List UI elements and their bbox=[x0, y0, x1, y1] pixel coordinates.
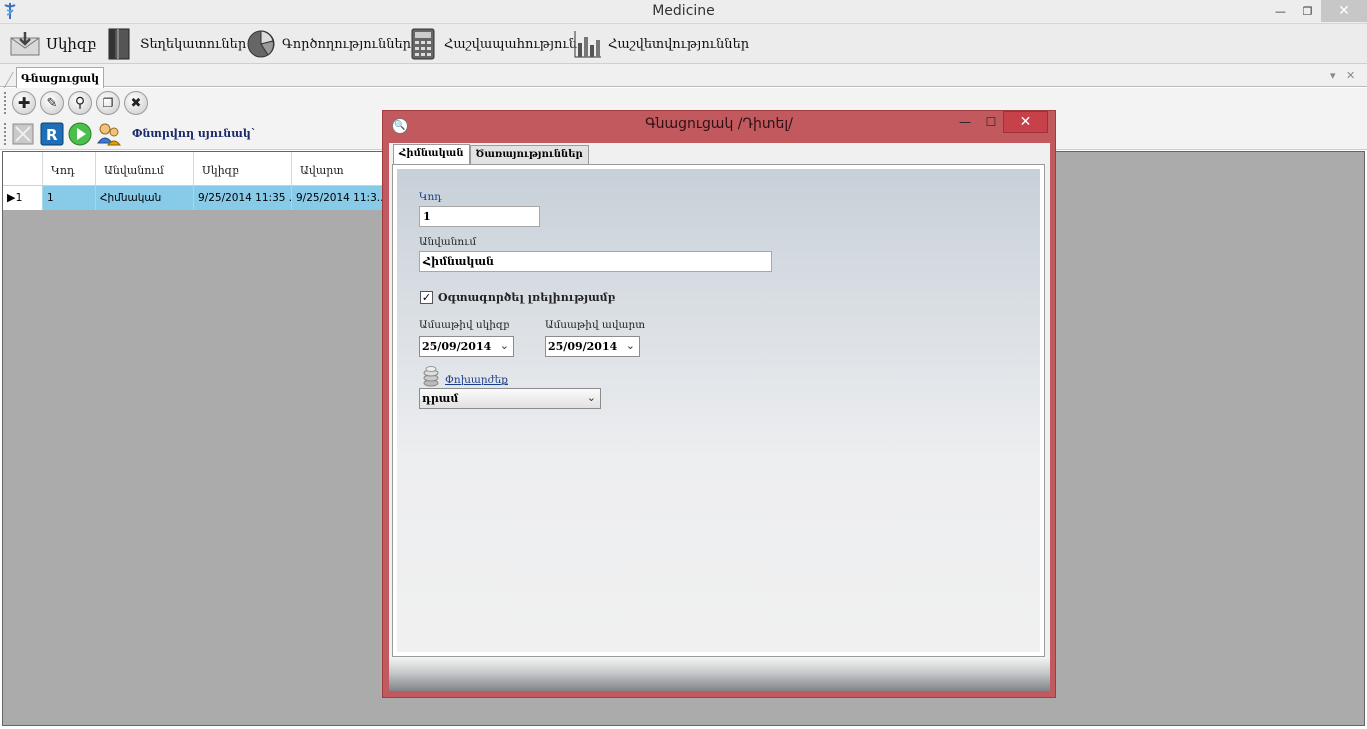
pie-chart-icon bbox=[246, 29, 276, 59]
start-date-picker[interactable]: 25/09/2014 ⌄ bbox=[419, 336, 514, 357]
tab-price-list[interactable]: Գնացուցակ bbox=[16, 67, 104, 88]
chevron-down-icon: ⌄ bbox=[625, 339, 635, 352]
cell-name[interactable]: Հիմնական bbox=[96, 186, 194, 210]
cell-end[interactable]: 9/25/2014 11:3... bbox=[292, 186, 388, 210]
chevron-down-icon: ⌄ bbox=[499, 339, 509, 352]
row-selector[interactable]: ▶1 bbox=[3, 186, 43, 210]
name-field[interactable]: Հիմնական bbox=[419, 251, 772, 272]
delete-button[interactable]: ✖ bbox=[124, 91, 148, 115]
start-date-label: Ամսաթիվ սկիզբ bbox=[419, 319, 510, 331]
svg-text:R: R bbox=[46, 126, 58, 144]
price-list-dialog: 🔍 Գնացուցակ /Դիտել/ — ☐ ✕ Հիմնական Ծառայ… bbox=[382, 110, 1056, 698]
column-header-code[interactable]: Կոդ bbox=[43, 152, 96, 186]
menu-label: Հաշվապահություն bbox=[444, 36, 578, 52]
coins-icon bbox=[421, 365, 441, 390]
clear-filter-icon[interactable] bbox=[12, 123, 34, 148]
menu-label: Հաշվետվություններ bbox=[608, 36, 750, 52]
end-date-picker[interactable]: 25/09/2014 ⌄ bbox=[545, 336, 640, 357]
table-row[interactable]: ▶1 1 Հիմնական 9/25/2014 11:35 ... 9/25/2… bbox=[3, 186, 388, 210]
column-header-name[interactable]: Անվանում bbox=[96, 152, 194, 186]
close-button[interactable]: ✕ bbox=[1321, 0, 1367, 22]
play-icon[interactable] bbox=[68, 122, 92, 149]
grid-header: Կոդ Անվանում Սկիզբ Ավարտ bbox=[3, 152, 388, 186]
dialog-minimize-button[interactable]: — bbox=[953, 111, 977, 133]
search-button[interactable]: ⚲ bbox=[68, 91, 92, 115]
dialog-close-button[interactable]: ✕ bbox=[1003, 111, 1048, 133]
column-header-start[interactable]: Սկիզբ bbox=[194, 152, 292, 186]
document-tabstrip: Գնացուցակ ▾ ✕ bbox=[0, 64, 1367, 88]
book-icon bbox=[104, 28, 134, 60]
menu-reports[interactable]: Հաշվետվություններ bbox=[572, 28, 749, 60]
code-field[interactable]: 1 bbox=[419, 206, 540, 227]
envelope-down-icon bbox=[10, 29, 40, 59]
tab-services[interactable]: Ծառայություններ bbox=[469, 145, 589, 165]
toolbar-grip bbox=[4, 92, 7, 114]
dialog-maximize-button[interactable]: ☐ bbox=[979, 111, 1003, 133]
bar-chart-icon bbox=[572, 29, 602, 59]
main-menu: Սկիզբ Տեղեկատուներ Գործողություններ Հաշվ… bbox=[0, 24, 1367, 64]
menu-label: Գործողություններ bbox=[282, 36, 412, 52]
default-checkbox-label[interactable]: Օգտագործել լռելիությամբ bbox=[438, 291, 615, 304]
toolbar-grip bbox=[4, 123, 7, 145]
header-selector bbox=[3, 152, 43, 186]
currency-value: դրամ bbox=[422, 392, 459, 405]
dialog-tabs: Հիմնական Ծառայություններ bbox=[393, 144, 589, 166]
menu-start[interactable]: Սկիզբ bbox=[10, 28, 97, 60]
menu-label: Տեղեկատուներ bbox=[140, 36, 247, 52]
tab-main[interactable]: Հիմնական bbox=[393, 144, 470, 166]
chevron-down-icon: ⌄ bbox=[586, 391, 596, 404]
code-label: Կոդ bbox=[419, 191, 442, 203]
restore-button[interactable]: ❐ bbox=[1294, 0, 1321, 22]
tab-dropdown-icon[interactable]: ▾ bbox=[1330, 69, 1336, 82]
add-button[interactable]: ✚ bbox=[12, 91, 36, 115]
start-date-value: 25/09/2014 bbox=[422, 340, 492, 353]
tab-page-main: Կոդ 1 Անվանում Հիմնական ✓ Օգտագործել լռե… bbox=[392, 164, 1045, 657]
menu-label: Սկիզբ bbox=[46, 35, 97, 53]
cell-code[interactable]: 1 bbox=[43, 186, 96, 210]
dialog-client: Հիմնական Ծառայություններ Կոդ 1 Անվանում … bbox=[389, 143, 1050, 691]
dialog-footer bbox=[389, 657, 1050, 691]
end-date-label: Ամսաթիվ ավարտ bbox=[545, 319, 645, 331]
column-header-end[interactable]: Ավարտ bbox=[292, 152, 388, 186]
menu-accounting[interactable]: Հաշվապահություն bbox=[408, 28, 577, 60]
name-label: Անվանում bbox=[419, 236, 477, 248]
tab-close-icon[interactable]: ✕ bbox=[1346, 69, 1355, 82]
edit-button[interactable]: ✎ bbox=[40, 91, 64, 115]
currency-select[interactable]: դրամ ⌄ bbox=[419, 388, 601, 409]
calculator-icon bbox=[408, 28, 438, 60]
form-panel: Կոդ 1 Անվանում Հիմնական ✓ Օգտագործել լռե… bbox=[397, 169, 1040, 652]
end-date-value: 25/09/2014 bbox=[548, 340, 618, 353]
minimize-button[interactable]: — bbox=[1267, 0, 1294, 22]
copy-button[interactable]: ❐ bbox=[96, 91, 120, 115]
users-icon[interactable] bbox=[96, 121, 122, 150]
menu-operations[interactable]: Գործողություններ bbox=[246, 28, 411, 60]
menu-directories[interactable]: Տեղեկատուներ bbox=[104, 28, 246, 60]
refresh-icon[interactable]: R bbox=[40, 122, 64, 149]
default-checkbox[interactable]: ✓ bbox=[420, 291, 433, 304]
cell-start[interactable]: 9/25/2014 11:35 ... bbox=[194, 186, 292, 210]
currency-link[interactable]: Փոխարժեք bbox=[445, 374, 508, 386]
window-title: Medicine bbox=[652, 3, 715, 19]
search-column-label: Փնտրվող սյունակ` bbox=[132, 127, 257, 140]
title-bar: Medicine — ❐ ✕ bbox=[0, 0, 1367, 24]
